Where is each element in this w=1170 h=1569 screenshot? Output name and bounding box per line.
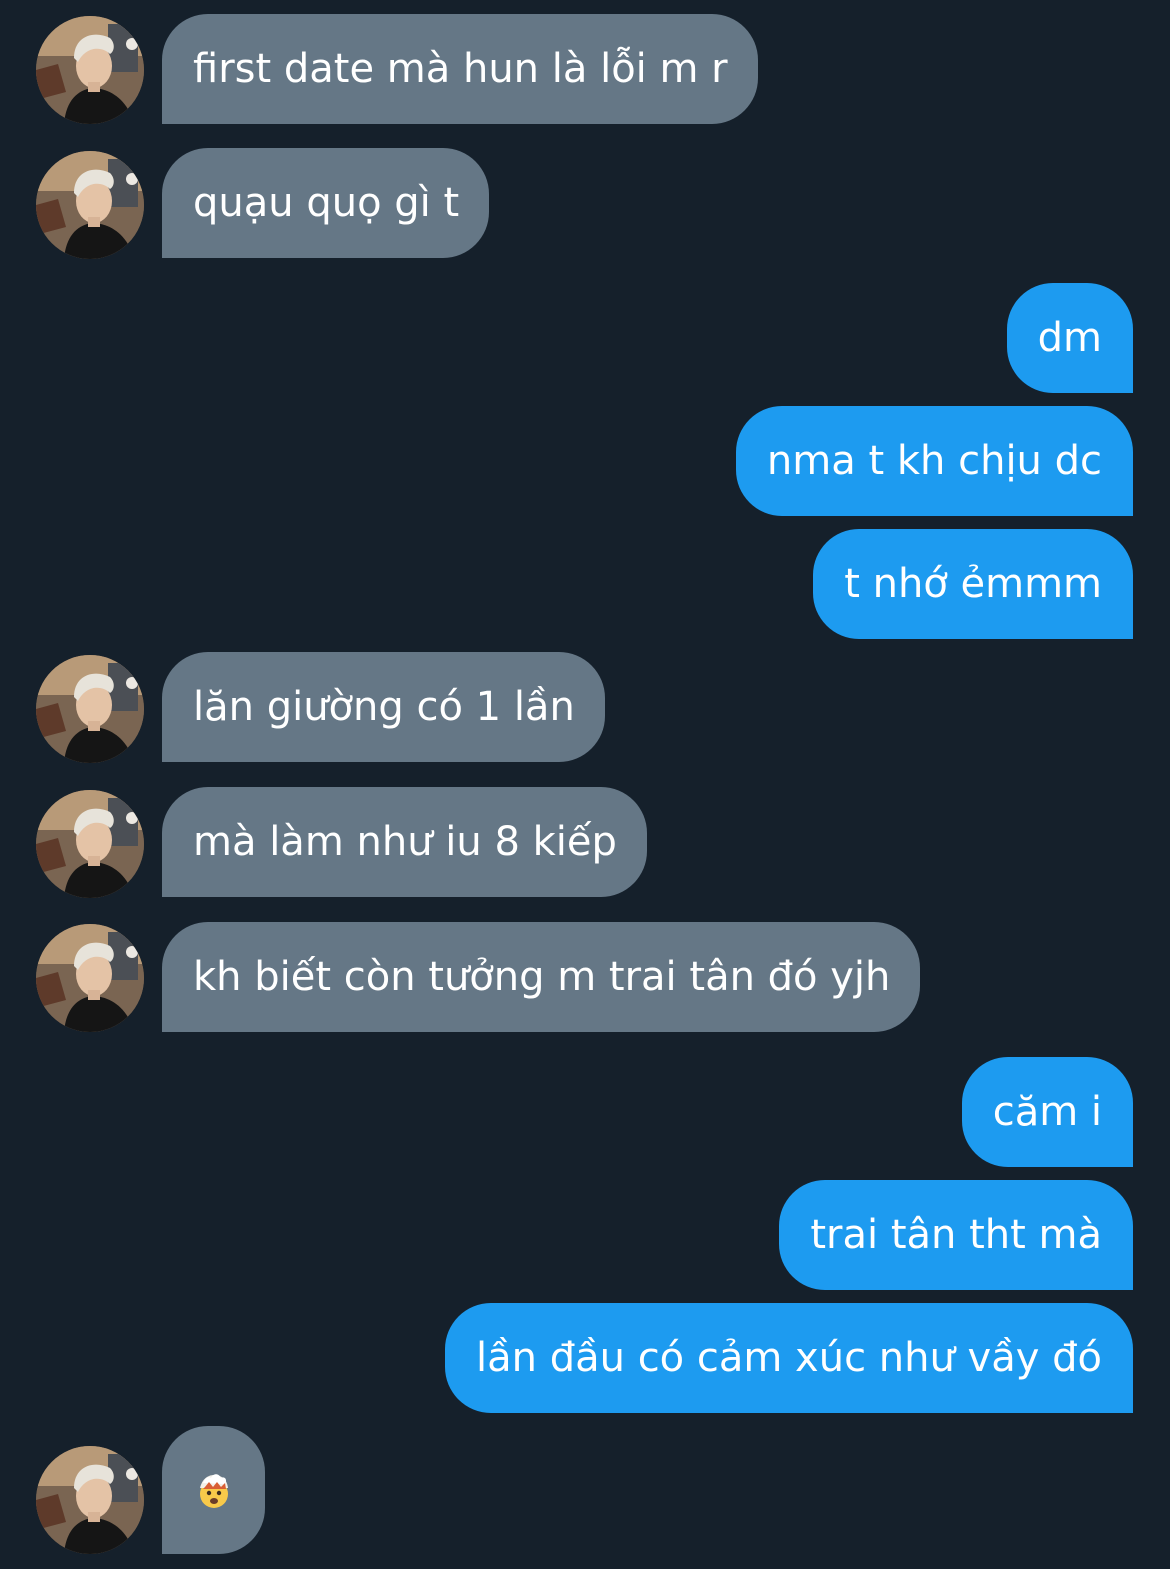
sent-message[interactable]: lần đầu có cảm xúc như vầy đó [445,1303,1133,1413]
message-text: căm i [992,1089,1102,1135]
message-text: quạu quọ gì t [193,180,460,226]
received-message[interactable]: quạu quọ gì t [162,148,490,258]
exploding-head-emoji-icon [200,1474,228,1508]
contact-avatar[interactable] [36,655,144,763]
sent-message[interactable]: t nhớ ẻmmm [813,529,1133,639]
avatar-photo-icon [36,790,144,898]
contact-avatar[interactable] [36,1446,144,1554]
message-text: nma t kh chịu dc [766,438,1102,484]
message-text: t nhớ ẻmmm [844,561,1102,607]
received-message[interactable]: lăn giường có 1 lần [162,652,605,762]
received-message[interactable]: kh biết còn tưởng m trai tân đó yjh [162,922,921,1032]
avatar-photo-icon [36,1446,144,1554]
avatar-photo-icon [36,655,144,763]
sent-message[interactable]: nma t kh chịu dc [735,406,1133,516]
received-message[interactable]: mà làm như iu 8 kiếp [162,787,647,897]
contact-avatar[interactable] [36,924,144,1032]
message-text: kh biết còn tưởng m trai tân đó yjh [193,954,891,1000]
message-text: dm [1037,315,1102,361]
contact-avatar[interactable] [36,790,144,898]
sent-message[interactable]: căm i [961,1057,1133,1167]
message-text: trai tân tht mà [810,1212,1102,1258]
chat-thread[interactable]: first date mà hun là lỗi m r quạu quọ gì… [0,0,1170,1569]
sent-message[interactable]: trai tân tht mà [779,1180,1133,1290]
sent-message[interactable]: dm [1006,283,1133,393]
avatar-photo-icon [36,151,144,259]
contact-avatar[interactable] [36,151,144,259]
contact-avatar[interactable] [36,16,144,124]
message-text: mà làm như iu 8 kiếp [193,819,617,865]
avatar-photo-icon [36,16,144,124]
message-text: lần đầu có cảm xúc như vầy đó [476,1335,1102,1381]
message-text: first date mà hun là lỗi m r [193,46,728,92]
avatar-photo-icon [36,924,144,1032]
received-message[interactable]: first date mà hun là lỗi m r [162,14,758,124]
received-message[interactable] [162,1426,265,1554]
message-text: lăn giường có 1 lần [193,684,575,730]
